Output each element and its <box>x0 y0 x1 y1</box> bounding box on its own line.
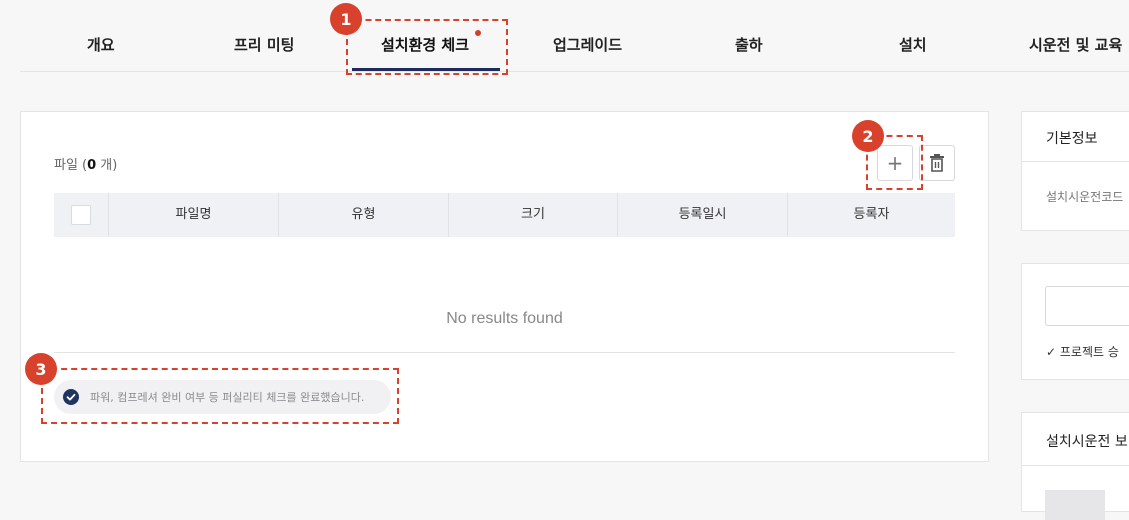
trash-icon <box>930 154 944 172</box>
basic-info-title: 기본정보 <box>1046 131 1098 147</box>
report-panel: 설치시운전 보 <box>1021 412 1129 520</box>
tab-installation[interactable]: 설치 <box>899 34 927 55</box>
tab-overview[interactable]: 개요 <box>87 34 115 55</box>
column-header-type[interactable]: 유형 <box>278 193 448 237</box>
delete-file-button[interactable] <box>919 145 955 181</box>
step-marker-2: 2 <box>852 120 884 152</box>
highlight-box-3 <box>41 368 399 424</box>
tab-pre-meeting[interactable]: 프리 미팅 <box>234 34 294 55</box>
project-check-row[interactable]: ✓ 프로젝트 승 <box>1046 343 1119 360</box>
file-count-label: 파일 (0 개) <box>54 158 118 173</box>
install-code-label: 설치시운전코드 <box>1046 190 1124 204</box>
column-header-registrant[interactable]: 등록자 <box>787 193 955 237</box>
table-bottom-divider <box>54 352 955 353</box>
panel-divider <box>1022 465 1129 466</box>
column-header-registered-at[interactable]: 등록일시 <box>617 193 787 237</box>
project-input[interactable] <box>1045 286 1129 326</box>
step-marker-1: 1 <box>330 3 362 35</box>
report-title: 설치시운전 보 <box>1046 434 1128 450</box>
highlight-box-1 <box>346 19 508 75</box>
tab-shipping[interactable]: 출하 <box>735 34 763 55</box>
basic-info-panel: 기본정보 설치시운전코드 <box>1021 111 1129 231</box>
check-mark-icon: ✓ <box>1046 345 1060 359</box>
empty-state-text: No results found <box>446 310 563 327</box>
column-header-size[interactable]: 크기 <box>448 193 617 237</box>
column-header-filename[interactable]: 파일명 <box>108 193 278 237</box>
file-count: 0 <box>87 158 97 173</box>
project-panel: ✓ 프로젝트 승 <box>1021 263 1129 380</box>
panel-divider <box>1022 161 1129 162</box>
tab-upgrade[interactable]: 업그레이드 <box>553 34 622 55</box>
file-table-header: 파일명 유형 크기 등록일시 등록자 <box>54 193 955 237</box>
select-all-checkbox[interactable] <box>71 205 91 225</box>
tab-trial-run-training[interactable]: 시운전 및 교육 <box>1029 34 1122 55</box>
step-marker-3: 3 <box>25 353 57 385</box>
report-thumbnail[interactable] <box>1045 490 1105 520</box>
